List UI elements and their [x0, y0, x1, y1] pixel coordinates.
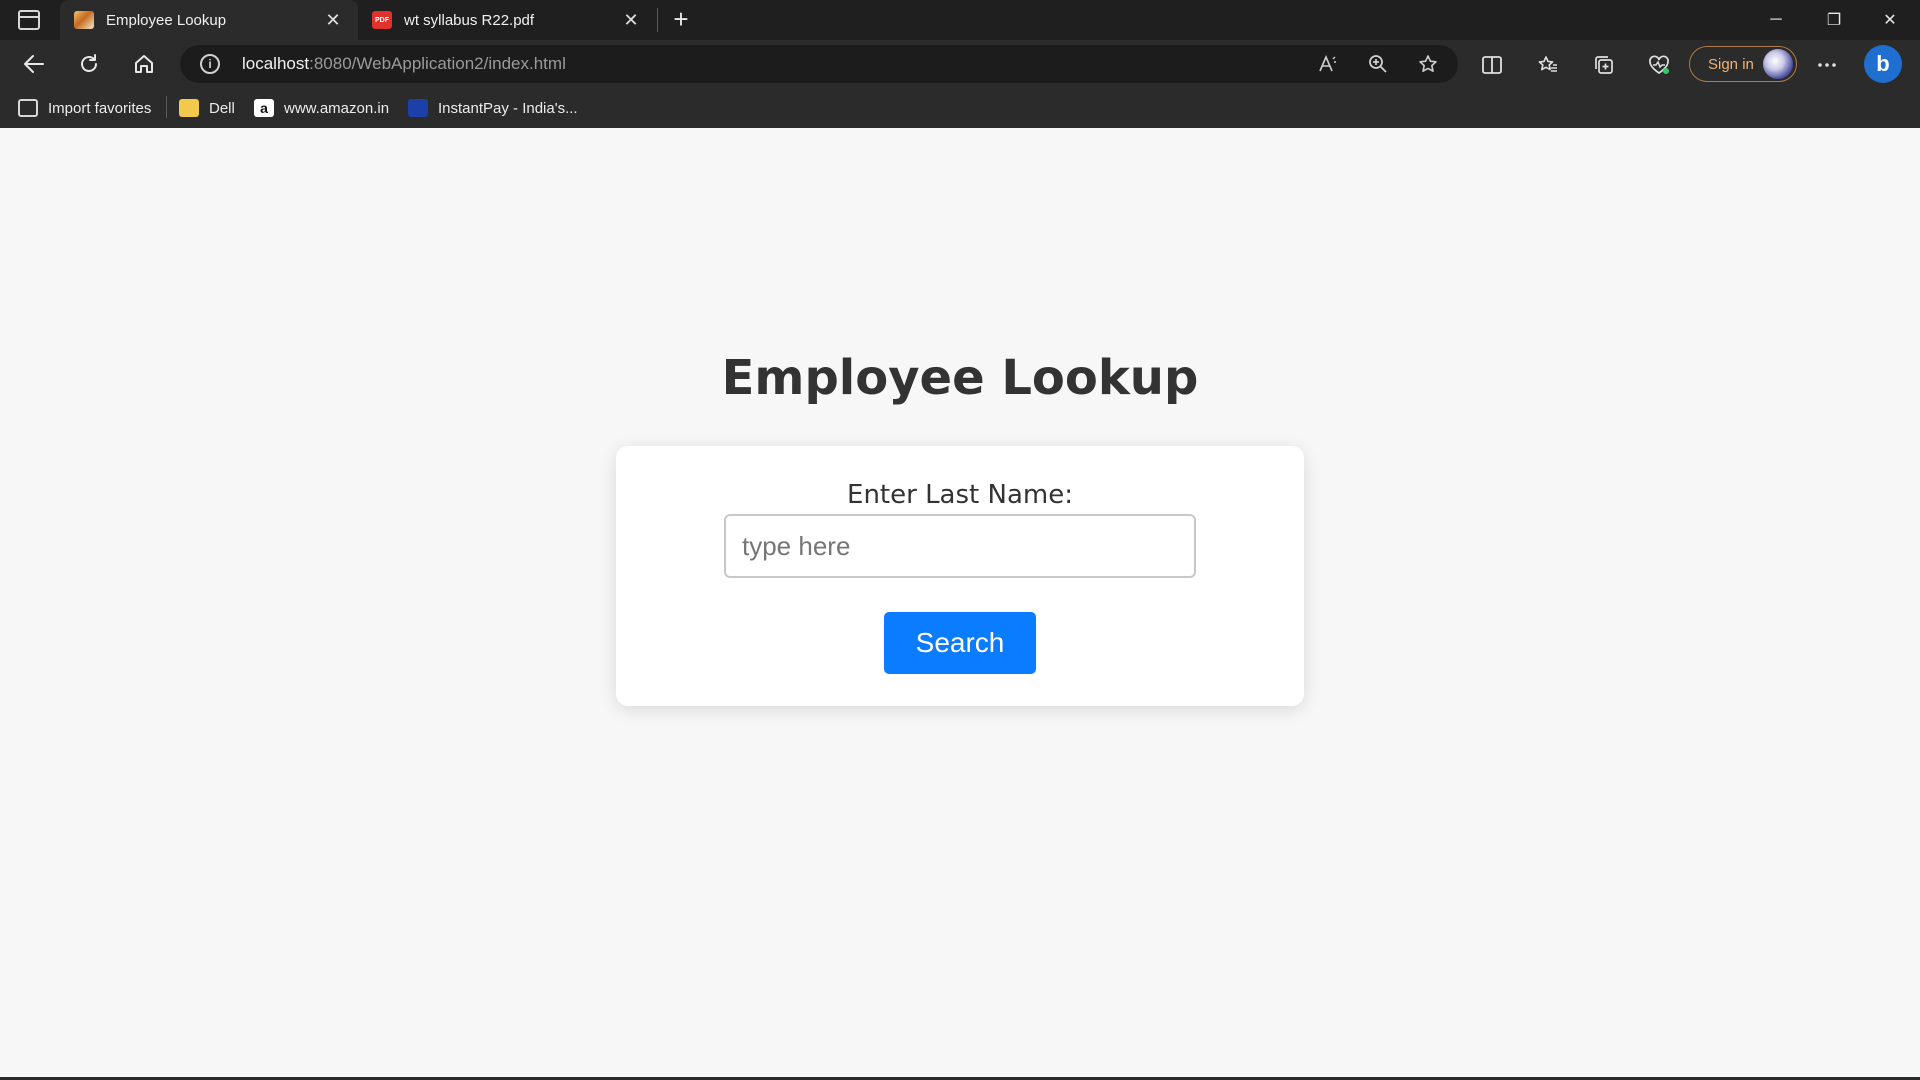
tab-actions-icon[interactable]: [18, 10, 40, 30]
home-icon[interactable]: [126, 48, 162, 80]
page-title: Employee Lookup: [721, 350, 1199, 406]
tab-title: Employee Lookup: [106, 11, 227, 29]
split-screen-icon[interactable]: [1478, 52, 1506, 78]
favorite-instantpay[interactable]: InstantPay - India's...: [408, 97, 578, 119]
search-button[interactable]: Search: [884, 612, 1036, 674]
favorite-label: www.amazon.in: [284, 99, 390, 117]
amazon-icon: a: [254, 99, 274, 117]
collections-icon[interactable]: [1590, 52, 1618, 78]
bing-copilot-icon[interactable]: b: [1864, 45, 1902, 83]
favorite-amazon[interactable]: a www.amazon.in: [254, 97, 389, 119]
favorites-bar: Import favorites Dell a www.amazon.in In…: [0, 88, 1920, 128]
page-content: Employee Lookup Enter Last Name: Search: [0, 128, 1920, 1080]
favorite-star-icon[interactable]: [1415, 51, 1441, 77]
address-bar[interactable]: i localhost:8080/WebApplication2/index.h…: [180, 45, 1458, 83]
more-options-icon[interactable]: [1813, 52, 1841, 78]
instantpay-icon: [408, 99, 428, 117]
favorites-divider: [166, 96, 167, 118]
minimize-icon[interactable]: ─: [1748, 0, 1804, 40]
folder-icon: [179, 99, 199, 117]
favorite-label: InstantPay - India's...: [438, 99, 578, 117]
sign-in-label: Sign in: [1708, 55, 1754, 73]
last-name-input[interactable]: [724, 514, 1196, 578]
address-url[interactable]: localhost:8080/WebApplication2/index.htm…: [242, 54, 566, 74]
import-favorites-icon: [18, 99, 38, 117]
close-window-icon[interactable]: ✕: [1862, 0, 1918, 40]
tab-title: wt syllabus R22.pdf: [404, 11, 535, 29]
last-name-label: Enter Last Name:: [847, 480, 1073, 510]
browser-chrome: Employee Lookup ✕ PDF wt syllabus R22.pd…: [0, 0, 1920, 128]
lookup-card: Enter Last Name: Search: [616, 446, 1304, 706]
tab-employee-lookup[interactable]: Employee Lookup ✕: [60, 0, 358, 40]
read-aloud-icon[interactable]: [1315, 51, 1341, 77]
tab-wt-syllabus[interactable]: PDF wt syllabus R22.pdf ✕: [358, 0, 656, 40]
close-tab-icon[interactable]: ✕: [620, 9, 642, 31]
favorite-label: Dell: [209, 99, 235, 117]
tab-strip: Employee Lookup ✕ PDF wt syllabus R22.pd…: [0, 0, 1920, 40]
tab-divider: [657, 8, 658, 32]
nav-toolbar: i localhost:8080/WebApplication2/index.h…: [0, 40, 1920, 88]
favorite-import[interactable]: Import favorites: [18, 97, 151, 119]
pdf-favicon-icon: PDF: [372, 11, 392, 29]
restore-icon[interactable]: ❐: [1806, 0, 1862, 40]
favorite-label: Import favorites: [48, 99, 152, 117]
back-icon[interactable]: [16, 48, 52, 80]
refresh-icon[interactable]: [71, 48, 107, 80]
sign-in-button[interactable]: Sign in: [1689, 46, 1797, 82]
browser-essentials-icon[interactable]: [1645, 52, 1673, 78]
close-tab-icon[interactable]: ✕: [322, 9, 344, 31]
page-favicon-icon: [74, 11, 94, 29]
favorites-icon[interactable]: [1534, 52, 1562, 78]
favorite-dell-folder[interactable]: Dell: [179, 97, 235, 119]
avatar: [1763, 49, 1793, 79]
site-info-icon[interactable]: i: [200, 54, 220, 74]
new-tab-button[interactable]: +: [666, 4, 696, 36]
zoom-icon[interactable]: [1365, 51, 1391, 77]
